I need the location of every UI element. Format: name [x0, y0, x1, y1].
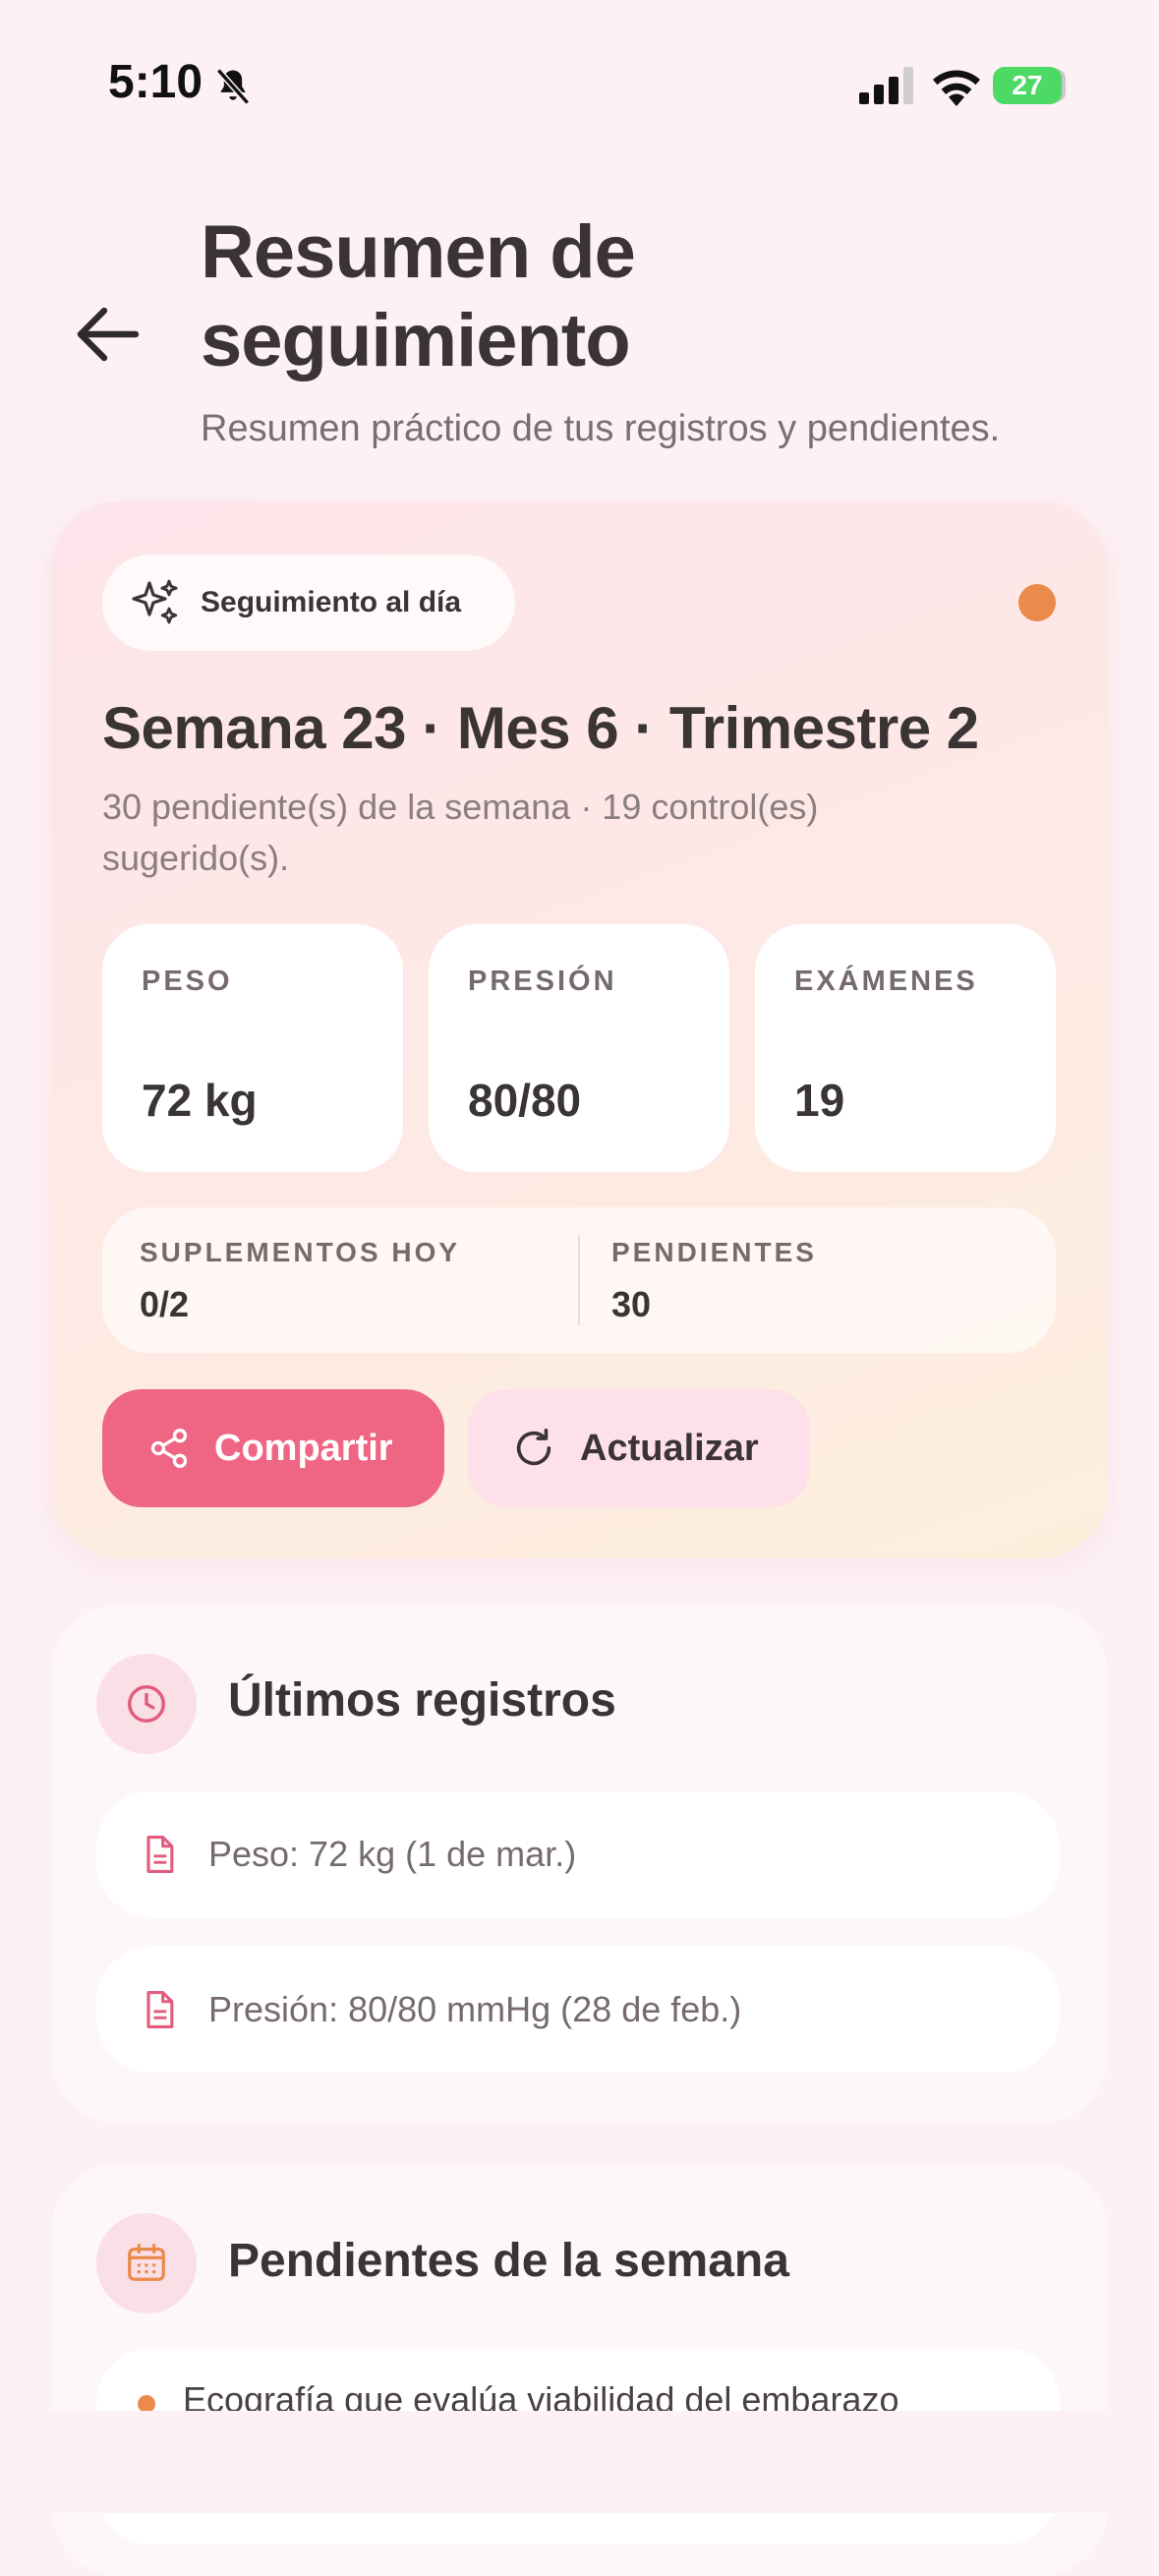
section-icon	[96, 2213, 197, 2313]
stat-card-pressure: PRESIÓN 80/80	[429, 924, 729, 1172]
refresh-button-label: Actualizar	[580, 1427, 759, 1469]
stat-label: EXÁMENES	[794, 966, 978, 997]
share-button[interactable]: Compartir	[102, 1389, 444, 1507]
share-icon	[150, 1429, 188, 1468]
record-text: Peso: 72 kg (1 de mar.)	[208, 1834, 577, 1874]
stat-card-exams: EXÁMENES 19	[755, 924, 1056, 1172]
status-time: 5:10	[108, 56, 203, 108]
status-dot	[1018, 584, 1056, 621]
latest-records-title: Últimos registros	[228, 1674, 616, 1727]
pending-value: 30	[611, 1284, 652, 1324]
stat-label: PESO	[142, 966, 233, 997]
stat-value: 80/80	[468, 1075, 582, 1126]
clock-icon	[128, 1685, 165, 1723]
status-badge-label: Seguimiento al día	[201, 586, 462, 618]
calendar-icon	[128, 2244, 165, 2281]
pending-summary-text: 30 pendiente(s) de la semana · 19 contro…	[102, 787, 819, 878]
battery-indicator: 27	[993, 67, 1062, 104]
refresh-button[interactable]: Actualizar	[468, 1389, 810, 1507]
battery-level: 27	[1012, 70, 1043, 100]
bottom-safe-area	[0, 2411, 1159, 2513]
page-title-line2: seguimiento	[201, 299, 631, 382]
page-title-line1: Resumen de	[201, 210, 636, 294]
sparkles-icon	[132, 579, 178, 624]
weekly-pending-title: Pendientes de la semana	[228, 2235, 789, 2287]
supplements-value: 0/2	[140, 1284, 190, 1324]
divider	[578, 1235, 580, 1325]
refresh-icon	[516, 1428, 551, 1466]
wifi-icon	[933, 70, 980, 106]
back-arrow-icon[interactable]	[69, 295, 147, 374]
document-icon	[146, 1836, 174, 1873]
pregnancy-week-heading: Semana 23 · Mes 6 · Trimestre 2	[102, 695, 979, 761]
stat-label: PRESIÓN	[468, 966, 617, 997]
stat-value: 19	[794, 1075, 845, 1126]
record-text: Presión: 80/80 mmHg (28 de feb.)	[208, 1989, 742, 2029]
share-button-label: Compartir	[214, 1427, 393, 1469]
pending-label: PENDIENTES	[611, 1237, 817, 1267]
document-icon	[146, 1991, 174, 2028]
page-title: Resumen de seguimiento	[201, 208, 1085, 385]
cellular-signal-icon	[859, 67, 913, 104]
record-item-pressure[interactable]: Presión: 80/80 mmHg (28 de feb.)	[96, 1947, 1060, 2073]
section-icon	[96, 1654, 197, 1754]
record-item-weight[interactable]: Peso: 72 kg (1 de mar.)	[96, 1791, 1060, 1917]
supplements-pending-row: SUPLEMENTOS HOY 0/2 PENDIENTES 30	[102, 1207, 1056, 1353]
page-subtitle: Resumen práctico de tus registros y pend…	[201, 408, 1001, 449]
status-badge: Seguimiento al día	[102, 555, 515, 651]
stat-value: 72 kg	[142, 1075, 258, 1126]
stat-card-weight: PESO 72 kg	[102, 924, 403, 1172]
supplements-label: SUPLEMENTOS HOY	[140, 1237, 461, 1267]
bell-muted-icon	[216, 68, 250, 105]
